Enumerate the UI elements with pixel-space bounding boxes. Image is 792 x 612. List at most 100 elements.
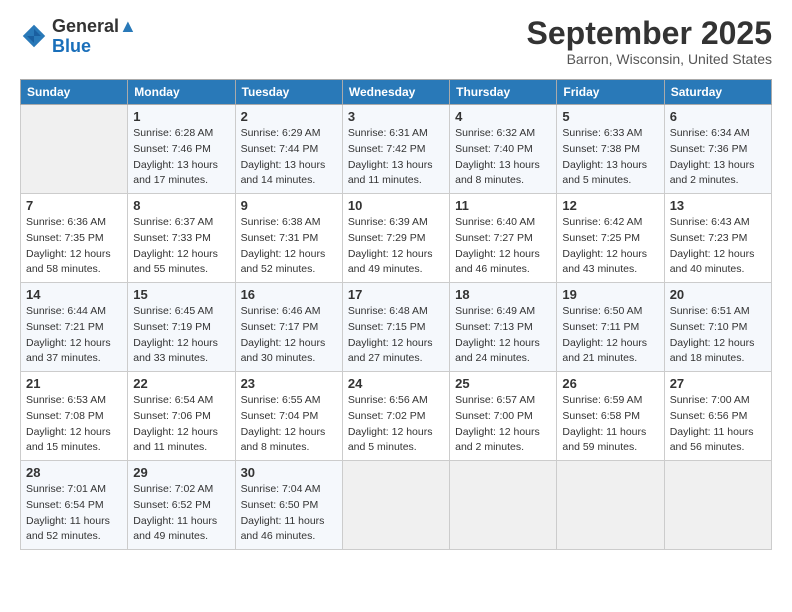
title-block: September 2025 Barron, Wisconsin, United… <box>527 16 772 67</box>
week-row-3: 21 Sunrise: 6:53 AM Sunset: 7:08 PM Dayl… <box>21 372 772 461</box>
day-info: Sunrise: 6:43 AM Sunset: 7:23 PM Dayligh… <box>670 215 766 278</box>
day-number: 13 <box>670 198 766 213</box>
sunset: Sunset: 7:17 PM <box>241 320 337 336</box>
day-info: Sunrise: 7:02 AM Sunset: 6:52 PM Dayligh… <box>133 482 229 545</box>
calendar-header-row: SundayMondayTuesdayWednesdayThursdayFrid… <box>21 80 772 105</box>
day-number: 9 <box>241 198 337 213</box>
sunset: Sunset: 6:50 PM <box>241 498 337 514</box>
daylight: Daylight: 13 hours and 14 minutes. <box>241 158 337 190</box>
sunrise: Sunrise: 6:38 AM <box>241 215 337 231</box>
sunset: Sunset: 7:10 PM <box>670 320 766 336</box>
day-number: 7 <box>26 198 122 213</box>
sunset: Sunset: 7:36 PM <box>670 142 766 158</box>
sunrise: Sunrise: 6:33 AM <box>562 126 658 142</box>
daylight: Daylight: 13 hours and 2 minutes. <box>670 158 766 190</box>
sunrise: Sunrise: 6:55 AM <box>241 393 337 409</box>
day-info: Sunrise: 6:29 AM Sunset: 7:44 PM Dayligh… <box>241 126 337 189</box>
sunrise: Sunrise: 6:54 AM <box>133 393 229 409</box>
day-info: Sunrise: 6:34 AM Sunset: 7:36 PM Dayligh… <box>670 126 766 189</box>
day-number: 3 <box>348 109 444 124</box>
sunrise: Sunrise: 6:29 AM <box>241 126 337 142</box>
day-info: Sunrise: 6:49 AM Sunset: 7:13 PM Dayligh… <box>455 304 551 367</box>
daylight: Daylight: 12 hours and 15 minutes. <box>26 425 122 457</box>
header-saturday: Saturday <box>664 80 771 105</box>
day-cell: 10 Sunrise: 6:39 AM Sunset: 7:29 PM Dayl… <box>342 194 449 283</box>
daylight: Daylight: 12 hours and 33 minutes. <box>133 336 229 368</box>
sunset: Sunset: 7:38 PM <box>562 142 658 158</box>
day-number: 28 <box>26 465 122 480</box>
day-cell: 3 Sunrise: 6:31 AM Sunset: 7:42 PM Dayli… <box>342 105 449 194</box>
sunrise: Sunrise: 6:49 AM <box>455 304 551 320</box>
header-tuesday: Tuesday <box>235 80 342 105</box>
day-cell: 27 Sunrise: 7:00 AM Sunset: 6:56 PM Dayl… <box>664 372 771 461</box>
day-info: Sunrise: 6:28 AM Sunset: 7:46 PM Dayligh… <box>133 126 229 189</box>
day-cell: 19 Sunrise: 6:50 AM Sunset: 7:11 PM Dayl… <box>557 283 664 372</box>
daylight: Daylight: 12 hours and 11 minutes. <box>133 425 229 457</box>
week-row-4: 28 Sunrise: 7:01 AM Sunset: 6:54 PM Dayl… <box>21 461 772 550</box>
day-cell: 17 Sunrise: 6:48 AM Sunset: 7:15 PM Dayl… <box>342 283 449 372</box>
day-number: 5 <box>562 109 658 124</box>
day-cell <box>664 461 771 550</box>
sunrise: Sunrise: 6:37 AM <box>133 215 229 231</box>
sunrise: Sunrise: 7:04 AM <box>241 482 337 498</box>
sunrise: Sunrise: 6:34 AM <box>670 126 766 142</box>
day-info: Sunrise: 6:53 AM Sunset: 7:08 PM Dayligh… <box>26 393 122 456</box>
day-info: Sunrise: 6:51 AM Sunset: 7:10 PM Dayligh… <box>670 304 766 367</box>
sunset: Sunset: 7:08 PM <box>26 409 122 425</box>
day-cell: 22 Sunrise: 6:54 AM Sunset: 7:06 PM Dayl… <box>128 372 235 461</box>
daylight: Daylight: 12 hours and 8 minutes. <box>241 425 337 457</box>
day-number: 20 <box>670 287 766 302</box>
daylight: Daylight: 12 hours and 5 minutes. <box>348 425 444 457</box>
sunset: Sunset: 6:52 PM <box>133 498 229 514</box>
day-info: Sunrise: 7:01 AM Sunset: 6:54 PM Dayligh… <box>26 482 122 545</box>
day-cell: 1 Sunrise: 6:28 AM Sunset: 7:46 PM Dayli… <box>128 105 235 194</box>
day-number: 19 <box>562 287 658 302</box>
day-info: Sunrise: 6:57 AM Sunset: 7:00 PM Dayligh… <box>455 393 551 456</box>
sunrise: Sunrise: 6:44 AM <box>26 304 122 320</box>
day-cell: 25 Sunrise: 6:57 AM Sunset: 7:00 PM Dayl… <box>450 372 557 461</box>
day-number: 1 <box>133 109 229 124</box>
header-sunday: Sunday <box>21 80 128 105</box>
sunrise: Sunrise: 7:02 AM <box>133 482 229 498</box>
sunrise: Sunrise: 6:57 AM <box>455 393 551 409</box>
day-number: 29 <box>133 465 229 480</box>
day-info: Sunrise: 6:48 AM Sunset: 7:15 PM Dayligh… <box>348 304 444 367</box>
daylight: Daylight: 13 hours and 8 minutes. <box>455 158 551 190</box>
day-info: Sunrise: 6:54 AM Sunset: 7:06 PM Dayligh… <box>133 393 229 456</box>
daylight: Daylight: 13 hours and 5 minutes. <box>562 158 658 190</box>
day-cell: 4 Sunrise: 6:32 AM Sunset: 7:40 PM Dayli… <box>450 105 557 194</box>
sunrise: Sunrise: 6:50 AM <box>562 304 658 320</box>
daylight: Daylight: 11 hours and 59 minutes. <box>562 425 658 457</box>
daylight: Daylight: 12 hours and 40 minutes. <box>670 247 766 279</box>
day-info: Sunrise: 6:37 AM Sunset: 7:33 PM Dayligh… <box>133 215 229 278</box>
daylight: Daylight: 12 hours and 58 minutes. <box>26 247 122 279</box>
daylight: Daylight: 12 hours and 18 minutes. <box>670 336 766 368</box>
day-number: 30 <box>241 465 337 480</box>
sunset: Sunset: 7:46 PM <box>133 142 229 158</box>
day-info: Sunrise: 6:46 AM Sunset: 7:17 PM Dayligh… <box>241 304 337 367</box>
day-number: 26 <box>562 376 658 391</box>
day-info: Sunrise: 6:31 AM Sunset: 7:42 PM Dayligh… <box>348 126 444 189</box>
day-number: 24 <box>348 376 444 391</box>
sunset: Sunset: 7:44 PM <box>241 142 337 158</box>
location-title: Barron, Wisconsin, United States <box>527 51 772 67</box>
day-number: 6 <box>670 109 766 124</box>
sunset: Sunset: 7:02 PM <box>348 409 444 425</box>
day-number: 22 <box>133 376 229 391</box>
daylight: Daylight: 12 hours and 21 minutes. <box>562 336 658 368</box>
sunrise: Sunrise: 6:32 AM <box>455 126 551 142</box>
daylight: Daylight: 12 hours and 30 minutes. <box>241 336 337 368</box>
day-cell: 23 Sunrise: 6:55 AM Sunset: 7:04 PM Dayl… <box>235 372 342 461</box>
day-info: Sunrise: 7:00 AM Sunset: 6:56 PM Dayligh… <box>670 393 766 456</box>
day-cell: 29 Sunrise: 7:02 AM Sunset: 6:52 PM Dayl… <box>128 461 235 550</box>
daylight: Daylight: 12 hours and 37 minutes. <box>26 336 122 368</box>
sunrise: Sunrise: 6:43 AM <box>670 215 766 231</box>
day-number: 8 <box>133 198 229 213</box>
day-number: 23 <box>241 376 337 391</box>
day-cell <box>450 461 557 550</box>
sunrise: Sunrise: 6:48 AM <box>348 304 444 320</box>
sunset: Sunset: 7:25 PM <box>562 231 658 247</box>
sunrise: Sunrise: 7:01 AM <box>26 482 122 498</box>
day-cell: 15 Sunrise: 6:45 AM Sunset: 7:19 PM Dayl… <box>128 283 235 372</box>
logo-general: General <box>52 17 119 35</box>
